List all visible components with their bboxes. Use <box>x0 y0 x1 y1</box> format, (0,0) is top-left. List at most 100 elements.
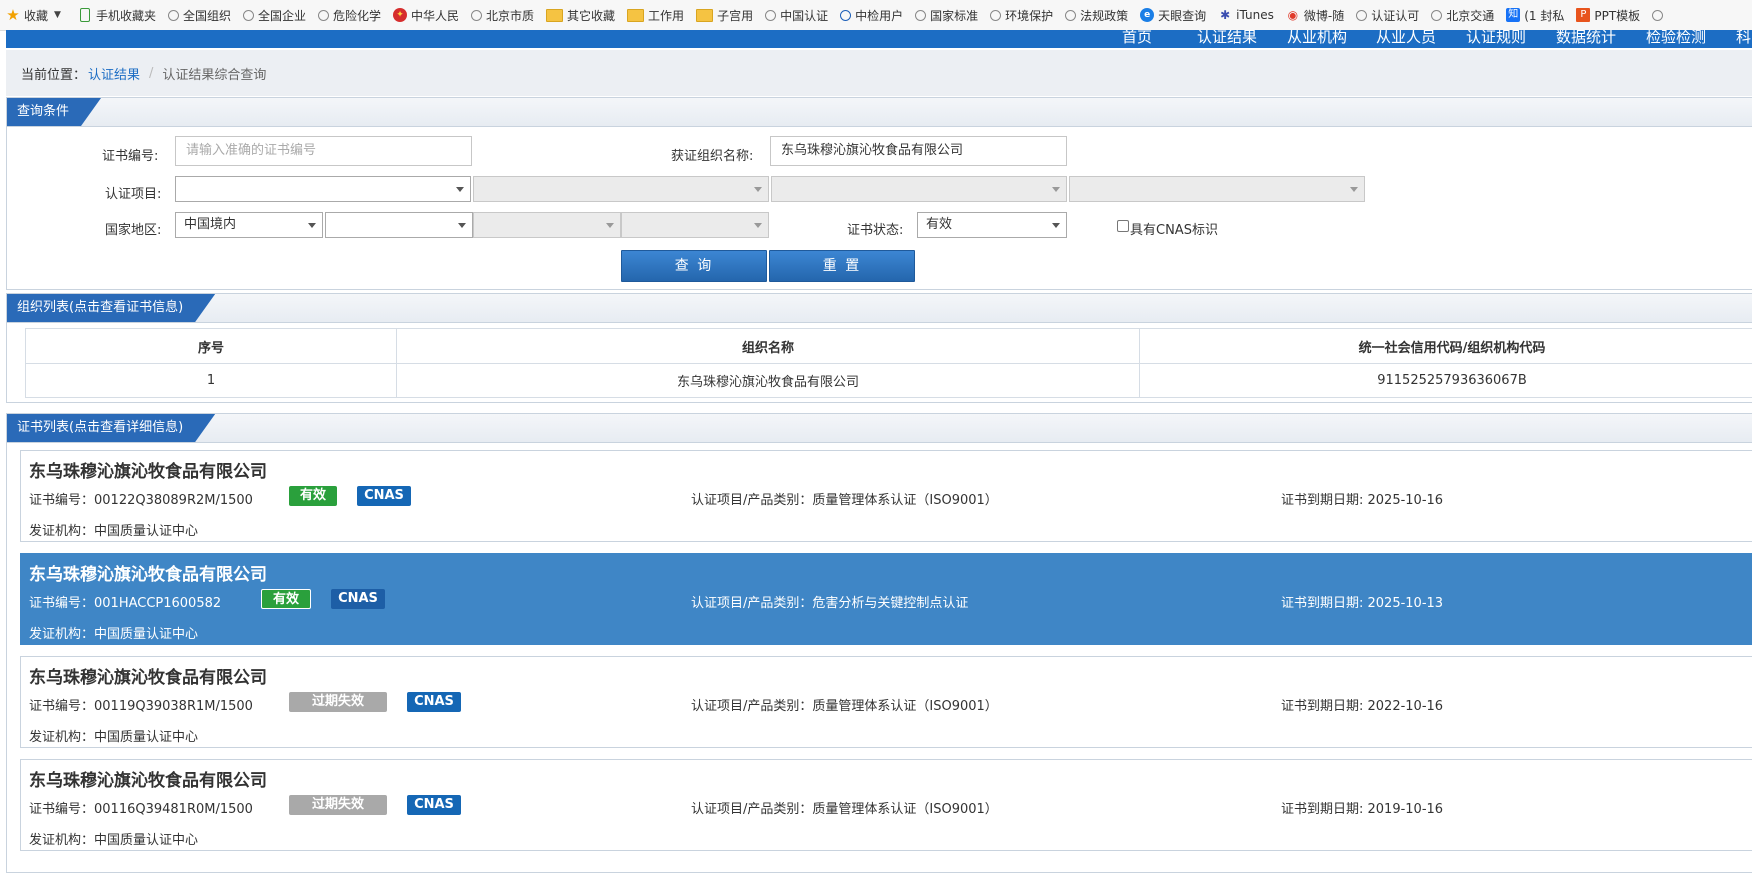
bookmark-item[interactable]: 工作用 <box>621 0 690 30</box>
cert-project: 认证项目/产品类别：危害分析与关键控制点认证 <box>691 592 968 611</box>
bookmark-item[interactable]: 危险化学 <box>312 0 387 30</box>
bookmark-label: 微博-随 <box>1304 7 1344 24</box>
org-name-input[interactable]: 东乌珠穆沁旗沁牧食品有限公司 <box>770 136 1067 166</box>
region-select-1[interactable]: 中国境内 <box>175 212 323 238</box>
bookmark-item[interactable]: ✱iTunes <box>1212 0 1280 30</box>
cert-issuer: 发证机构：中国质量认证中心 <box>29 520 198 539</box>
bookmark-item[interactable]: 北京市质 <box>465 0 540 30</box>
bookmark-item[interactable]: e天眼查询 <box>1134 0 1212 30</box>
nav-cert-results[interactable]: 认证结果 <box>1197 30 1257 47</box>
bookmark-item[interactable]: 知(1 封私 <box>1500 0 1570 30</box>
col-header-credit-code: 统一社会信用代码/组织机构代码 <box>1140 329 1752 364</box>
chevron-down-icon <box>754 223 762 228</box>
project-select-4 <box>1069 176 1365 202</box>
chevron-down-icon <box>458 223 466 228</box>
cert-card[interactable]: 东乌珠穆沁旗沁牧食品有限公司 证书编号：00116Q39481R0M/1500 … <box>20 759 1752 851</box>
chevron-down-icon <box>1350 187 1358 192</box>
bookmark-item[interactable]: 子宫用 <box>690 0 759 30</box>
breadcrumb: 当前位置： 认证结果 / 认证结果综合查询 <box>6 50 1752 96</box>
bookmark-item[interactable]: 国家标准 <box>909 0 984 30</box>
bookmark-item[interactable]: 中国认证 <box>759 0 834 30</box>
bookmark-item[interactable]: 环境保护 <box>984 0 1059 30</box>
cert-card[interactable]: 东乌珠穆沁旗沁牧食品有限公司 证书编号：00122Q38089R2M/1500 … <box>20 450 1752 542</box>
search-button[interactable]: 查 询 <box>621 250 767 282</box>
bookmark-label: 北京交通 <box>1446 7 1494 24</box>
weibo-icon: ◉ <box>1286 8 1300 22</box>
nav-home[interactable]: 首页 <box>1122 30 1152 47</box>
bookmark-label: 子宫用 <box>717 7 753 24</box>
cert-org-name: 东乌珠穆沁旗沁牧食品有限公司 <box>29 457 267 482</box>
bookmark-item[interactable]: PPPT模板 <box>1570 0 1646 30</box>
cert-org-name: 东乌珠穆沁旗沁牧食品有限公司 <box>29 766 267 791</box>
bookmark-item[interactable]: ◉ 微博-随 <box>1280 0 1350 30</box>
cert-issuer: 发证机构：中国质量认证中心 <box>29 726 198 745</box>
project-select-1[interactable] <box>175 176 471 202</box>
query-panel: 查询条件 证书编号: 请输入准确的证书编号 获证组织名称: 东乌珠穆沁旗沁牧食品… <box>6 97 1752 290</box>
globe-icon <box>915 10 926 21</box>
bookmark-item[interactable]: 法规政策 <box>1059 0 1134 30</box>
folder-icon <box>696 9 713 22</box>
chevron-down-icon <box>1052 187 1060 192</box>
bookmark-item[interactable]: 全国组织 <box>162 0 237 30</box>
cert-card[interactable]: 东乌珠穆沁旗沁牧食品有限公司 证书编号：00119Q39038R1M/1500 … <box>20 656 1752 748</box>
cnas-badge: CNAS <box>407 692 461 712</box>
breadcrumb-current: 认证结果综合查询 <box>162 64 266 83</box>
emblem-icon: ✦ <box>393 8 407 22</box>
region-select-4 <box>621 212 769 238</box>
status-badge: 有效 <box>261 589 311 609</box>
cert-card-selected[interactable]: 东乌珠穆沁旗沁牧食品有限公司 证书编号：001HACCP1600582 有效 C… <box>20 553 1752 645</box>
bookmark-item[interactable]: 全国企业 <box>237 0 312 30</box>
bookmark-item[interactable]: 手机收藏夹 <box>71 0 162 30</box>
cell-index: 1 <box>26 364 397 398</box>
nav-statistics[interactable]: 数据统计 <box>1556 30 1616 47</box>
bookmark-item[interactable]: ✦中华人民 <box>387 0 465 30</box>
globe-icon <box>1065 10 1076 21</box>
bookmark-item[interactable]: 中检用户 <box>834 0 909 30</box>
chevron-down-icon <box>308 223 316 228</box>
bookmark-label: 天眼查询 <box>1158 7 1206 24</box>
org-list-title: 组织列表(点击查看证书信息) <box>7 294 215 322</box>
bookmark-favorites[interactable]: ★收藏▼ <box>0 0 71 30</box>
bookmark-item[interactable] <box>1646 0 1673 30</box>
query-panel-header: 查询条件 <box>7 98 1752 127</box>
nav-institutions[interactable]: 从业机构 <box>1287 30 1347 47</box>
cert-expiry: 证书到期日期: 2025-10-16 <box>1281 489 1443 508</box>
cert-number: 证书编号：001HACCP1600582 <box>29 592 221 611</box>
cnas-badge: CNAS <box>357 486 411 506</box>
cell-org-name: 东乌珠穆沁旗沁牧食品有限公司 <box>397 364 1140 398</box>
table-row[interactable]: 1 东乌珠穆沁旗沁牧食品有限公司 91152525793636067B <box>26 364 1752 398</box>
globe-icon <box>1431 10 1442 21</box>
nav-inspection[interactable]: 检验检测 <box>1646 30 1706 47</box>
cert-no-label: 证书编号: <box>102 145 158 164</box>
status-badge: 过期失效 <box>289 692 387 712</box>
globe-icon <box>765 10 776 21</box>
region-select-2[interactable] <box>325 212 473 238</box>
bookmark-item[interactable]: 其它收藏 <box>540 0 621 30</box>
phone-icon <box>80 8 90 22</box>
bookmark-label: (1 封私 <box>1524 7 1564 24</box>
cert-no-input[interactable]: 请输入准确的证书编号 <box>175 136 472 166</box>
status-badge: 有效 <box>289 486 337 506</box>
cnas-checkbox-label: 具有CNAS标识 <box>1130 219 1218 238</box>
cell-credit-code: 91152525793636067B <box>1140 364 1752 398</box>
status-select[interactable]: 有效 <box>917 212 1067 238</box>
org-name-label: 获证组织名称: <box>671 145 753 164</box>
cert-list-title: 证书列表(点击查看详细信息) <box>7 414 215 442</box>
query-panel-title: 查询条件 <box>7 98 101 126</box>
bookmark-label: 手机收藏夹 <box>96 7 156 24</box>
bookmark-label: PPT模板 <box>1594 7 1640 24</box>
bookmark-label: 其它收藏 <box>567 7 615 24</box>
org-table: 序号 组织名称 统一社会信用代码/组织机构代码 1 东乌珠穆沁旗沁牧食品有限公司… <box>25 328 1752 398</box>
bookmark-item[interactable]: 认证认可 <box>1350 0 1425 30</box>
play-icon <box>840 10 851 21</box>
bookmark-item[interactable]: 北京交通 <box>1425 0 1500 30</box>
chevron-down-icon[interactable]: ▼ <box>54 10 61 20</box>
cnas-checkbox[interactable] <box>1117 220 1129 232</box>
nav-rules[interactable]: 认证规则 <box>1466 30 1526 47</box>
nav-more[interactable]: 科 <box>1736 30 1751 47</box>
breadcrumb-link[interactable]: 认证结果 <box>88 64 140 83</box>
col-header-org-name: 组织名称 <box>397 329 1140 364</box>
nav-personnel[interactable]: 从业人员 <box>1376 30 1436 47</box>
reset-button[interactable]: 重 置 <box>769 250 915 282</box>
table-header-row: 序号 组织名称 统一社会信用代码/组织机构代码 <box>26 329 1752 364</box>
